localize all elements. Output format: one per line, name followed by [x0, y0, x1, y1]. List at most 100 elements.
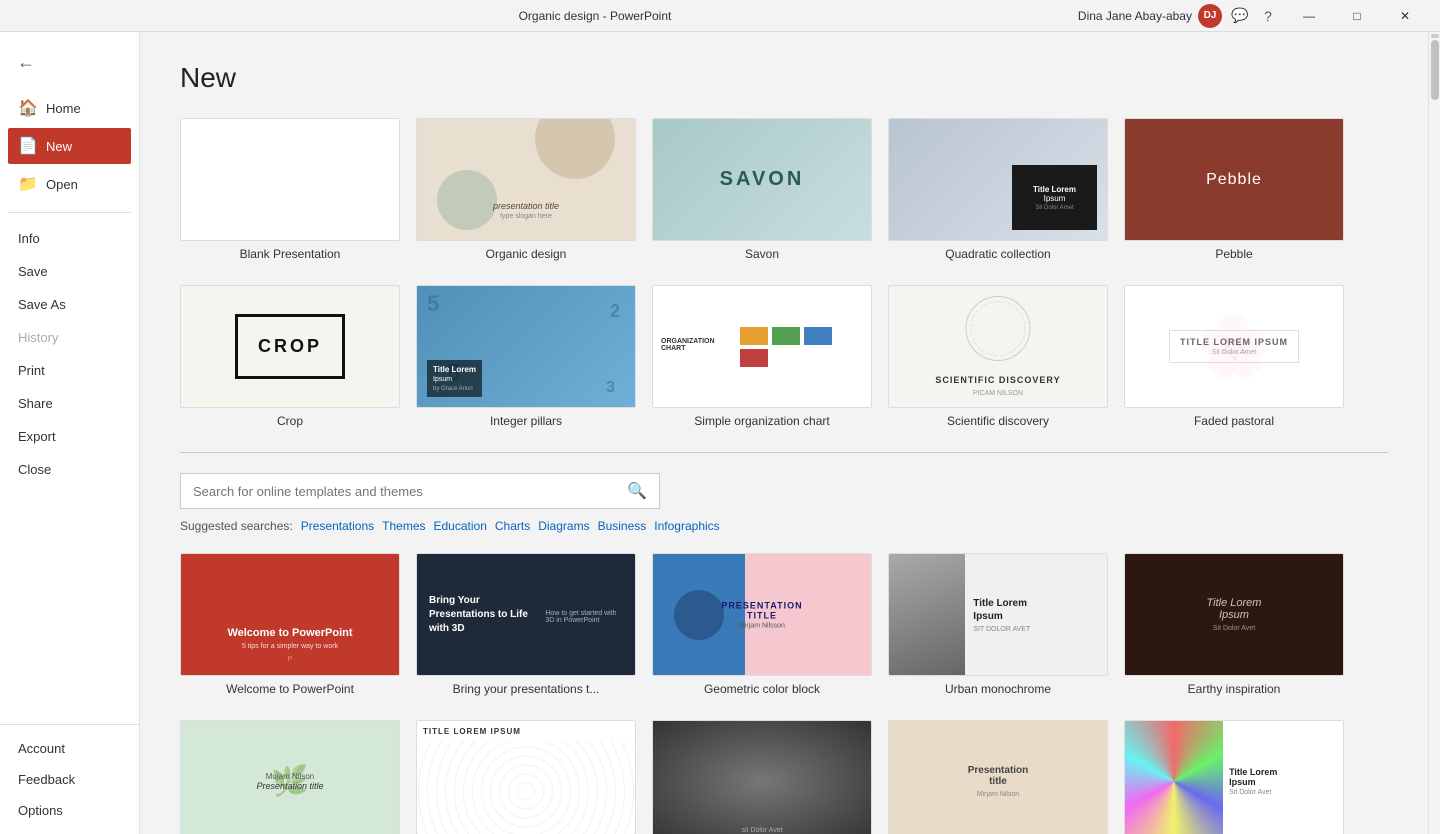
sidebar-item-new[interactable]: 📄 New	[8, 128, 131, 164]
page-title: New	[180, 62, 1388, 94]
template-name-savon: Savon	[745, 247, 779, 261]
template-urban[interactable]: Title LoremIpsum SIT DOLOR AVET Urban mo…	[888, 553, 1108, 696]
template-simple-org[interactable]: ORGANIZATION CHART Simple organization c…	[652, 285, 872, 428]
sidebar-item-save-as[interactable]: Save As	[8, 289, 131, 320]
titlebar-title: Organic design - PowerPoint	[519, 9, 672, 23]
template-name-geometric: Geometric color block	[704, 682, 820, 696]
template-savon[interactable]: SAVON Savon	[652, 118, 872, 261]
search-button[interactable]: 🔍	[623, 477, 651, 505]
sidebar-item-account[interactable]: Account	[8, 733, 131, 764]
template-name-organic: Organic design	[486, 247, 567, 261]
sidebar-item-open[interactable]: 📁 Open	[8, 166, 131, 202]
online-template-grid-row1: Welcome to PowerPoint 5 tips for a simpl…	[180, 553, 1388, 696]
suggested-diagrams[interactable]: Diagrams	[538, 519, 589, 533]
sidebar-item-new-label: New	[46, 139, 72, 154]
template-name-bring3d: Bring your presentations t...	[453, 682, 600, 696]
suggested-infographics[interactable]: Infographics	[654, 519, 719, 533]
template-name-welcome: Welcome to PowerPoint	[226, 682, 354, 696]
suggested-education[interactable]: Education	[434, 519, 487, 533]
sidebar-item-feedback[interactable]: Feedback	[8, 764, 131, 795]
search-input[interactable]	[193, 484, 623, 499]
template-name-faded: Faded pastoral	[1194, 414, 1274, 428]
template-scientific[interactable]: SCIENTIFIC DISCOVERY PICAM NILSON Scient…	[888, 285, 1108, 428]
titlebar-right: Dina Jane Abay-abay DJ 💬 ? — □ ✕	[1078, 0, 1428, 32]
template-name-crop: Crop	[277, 414, 303, 428]
suggested-charts[interactable]: Charts	[495, 519, 530, 533]
template-integer[interactable]: 5 2 8 3 Title Lorem Ipsum by Grace Anon …	[416, 285, 636, 428]
template-thumb-welcome: Welcome to PowerPoint 5 tips for a simpl…	[180, 553, 400, 676]
template-blank[interactable]: Blank Presentation	[180, 118, 400, 261]
user-info[interactable]: Dina Jane Abay-abay DJ	[1078, 4, 1222, 28]
template-thumb-faded: 🌸 TITLE LOREM IPSUM Sit Dolor Amet	[1124, 285, 1344, 408]
template-dog[interactable]: TITLE LOREM IPSUM sit Dolor Avet TITLE L…	[652, 720, 872, 834]
sidebar-item-options[interactable]: Options	[8, 795, 131, 826]
sidebar-item-share[interactable]: Share	[8, 388, 131, 419]
sidebar-item-open-label: Open	[46, 177, 78, 192]
sidebar-bottom: Account Feedback Options	[0, 724, 139, 834]
window-controls: — □ ✕	[1286, 0, 1428, 32]
sidebar-item-info[interactable]: Info	[8, 223, 131, 254]
minimize-button[interactable]: —	[1286, 0, 1332, 32]
template-thumb-pebble: Pebble	[1124, 118, 1344, 241]
template-earthy[interactable]: Title LoremIpsum Sit Dolor Avet Earthy i…	[1124, 553, 1344, 696]
suggested-themes[interactable]: Themes	[382, 519, 425, 533]
template-organic[interactable]: presentation title type slogan here Orga…	[416, 118, 636, 261]
template-thumb-organic: presentation title type slogan here	[416, 118, 636, 241]
template-nature[interactable]: 🌿 Mujam Nilson Presentation title Presen…	[180, 720, 400, 834]
new-icon: 📄	[18, 136, 36, 156]
template-thumb-colorful: Title Lorem Ipsum Sit Dolor Avet	[1124, 720, 1344, 834]
template-minimal[interactable]: Presentationtitle Mirjam Nilson Presenta…	[888, 720, 1108, 834]
template-thumb-nature: 🌿 Mujam Nilson Presentation title	[180, 720, 400, 834]
template-bring3d[interactable]: Bring Your Presentations to Life with 3D…	[416, 553, 636, 696]
sidebar-item-home[interactable]: 🏠 Home	[8, 90, 131, 126]
help-icon[interactable]: ?	[1258, 6, 1278, 26]
template-thumb-earthy: Title LoremIpsum Sit Dolor Avet	[1124, 553, 1344, 676]
scrollbar[interactable]	[1428, 32, 1440, 834]
template-pebble[interactable]: Pebble Pebble	[1124, 118, 1344, 261]
open-icon: 📁	[18, 174, 36, 194]
sidebar: ← 🏠 Home 📄 New 📁 Open Info Save Save As …	[0, 32, 140, 834]
back-button[interactable]: ←	[8, 44, 44, 80]
user-name: Dina Jane Abay-abay	[1078, 9, 1192, 23]
template-faded[interactable]: 🌸 TITLE LOREM IPSUM Sit Dolor Amet Faded…	[1124, 285, 1344, 428]
template-thumb-quadratic: Title Lorem Ipsum Sit Dolor Amet	[888, 118, 1108, 241]
template-name-simple-org: Simple organization chart	[694, 414, 829, 428]
suggested-searches: Suggested searches: Presentations Themes…	[180, 519, 1388, 533]
sidebar-item-save[interactable]: Save	[8, 256, 131, 287]
app-body: ← 🏠 Home 📄 New 📁 Open Info Save Save As …	[0, 32, 1440, 834]
template-grid-row2: CROP Crop 5 2 8 3 Title Lorem	[180, 285, 1388, 428]
template-name-earthy: Earthy inspiration	[1188, 682, 1281, 696]
template-thumb-crop: CROP	[180, 285, 400, 408]
home-icon: 🏠	[18, 98, 36, 118]
titlebar: Organic design - PowerPoint Dina Jane Ab…	[0, 0, 1440, 32]
maximize-button[interactable]: □	[1334, 0, 1380, 32]
template-thumb-blank	[180, 118, 400, 241]
avatar: DJ	[1198, 4, 1222, 28]
suggested-business[interactable]: Business	[598, 519, 647, 533]
template-thumb-pattern: TITLE LOREM IPSUM	[416, 720, 636, 834]
scrollbar-thumb[interactable]	[1431, 40, 1439, 100]
template-quadratic[interactable]: Title Lorem Ipsum Sit Dolor Amet Quadrat…	[888, 118, 1108, 261]
sidebar-item-export[interactable]: Export	[8, 421, 131, 452]
suggested-presentations[interactable]: Presentations	[301, 519, 374, 533]
suggested-label: Suggested searches:	[180, 519, 293, 533]
template-pattern[interactable]: TITLE LOREM IPSUM TITLE LOREM IPSUM	[416, 720, 636, 834]
template-crop[interactable]: CROP Crop	[180, 285, 400, 428]
template-geometric[interactable]: PRESENTATION TITLE Mirjam Nilsson Geomet…	[652, 553, 872, 696]
search-section: 🔍 Suggested searches: Presentations Them…	[180, 473, 1388, 533]
template-colorful[interactable]: Title Lorem Ipsum Sit Dolor Avet Title L…	[1124, 720, 1344, 834]
sidebar-item-print[interactable]: Print	[8, 355, 131, 386]
sidebar-item-close[interactable]: Close	[8, 454, 131, 485]
template-name-quadratic: Quadratic collection	[945, 247, 1050, 261]
template-welcome[interactable]: Welcome to PowerPoint 5 tips for a simpl…	[180, 553, 400, 696]
comment-icon[interactable]: 💬	[1230, 6, 1250, 26]
template-name-urban: Urban monochrome	[945, 682, 1051, 696]
main-content: New Blank Presentation presentation titl…	[140, 32, 1428, 834]
search-bar: 🔍	[180, 473, 660, 509]
template-thumb-dog: TITLE LOREM IPSUM sit Dolor Avet	[652, 720, 872, 834]
sidebar-top: ← 🏠 Home 📄 New 📁 Open Info Save Save As …	[0, 32, 139, 724]
sidebar-item-history: History	[8, 322, 131, 353]
template-thumb-urban: Title LoremIpsum SIT DOLOR AVET	[888, 553, 1108, 676]
online-template-grid-row2: 🌿 Mujam Nilson Presentation title Presen…	[180, 720, 1388, 834]
close-button[interactable]: ✕	[1382, 0, 1428, 32]
